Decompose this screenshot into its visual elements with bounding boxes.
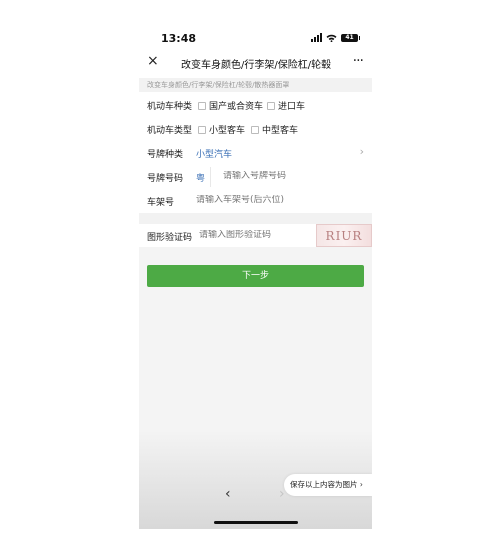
phone-screen: 13:48 41 × 改变车身颜色/行李架/保险杠/轮毂 ··· 改变车身颜色/… [139, 26, 372, 529]
captcha-label: 图形验证码 [147, 233, 193, 243]
wifi-icon [326, 34, 337, 42]
battery-icon: 41 [341, 33, 360, 42]
captcha-input[interactable] [199, 230, 311, 240]
signal-icon [311, 33, 322, 42]
option-imported[interactable]: 进口车 [267, 99, 305, 112]
chevron-right-icon[interactable]: › [360, 145, 364, 158]
plate-number-label: 号牌号码 [147, 174, 184, 184]
next-step-button[interactable]: 下一步 [147, 265, 364, 287]
checkbox-medium-bus[interactable] [251, 125, 259, 134]
checkbox-domestic[interactable] [198, 101, 206, 110]
back-arrow-icon[interactable]: ‹ [225, 486, 231, 502]
status-icons: 41 [311, 33, 360, 42]
plate-type-value[interactable]: 小型汽车 [196, 147, 232, 160]
option-small-bus[interactable]: 小型客车 [198, 123, 245, 136]
plate-type-label: 号牌种类 [147, 150, 184, 160]
captcha-image[interactable]: RIUR [316, 224, 372, 247]
checkbox-imported[interactable] [267, 101, 275, 110]
captcha-image-text: RIUR [325, 228, 363, 243]
save-as-image-button[interactable]: 保存以上内容为图片 › [284, 474, 372, 496]
vehicle-category-row: 机动车种类 国产或合资车 进口车 [139, 93, 372, 117]
nav-bar: × 改变车身颜色/行李架/保险杠/轮毂 ··· [139, 52, 372, 74]
option-medium-bus[interactable]: 中型客车 [251, 123, 298, 136]
checkbox-small-bus[interactable] [198, 125, 206, 134]
province-prefix[interactable]: 粤 [196, 171, 205, 184]
plate-number-row: 号牌号码 粤 [139, 165, 372, 189]
option-domestic-label: 国产或合资车 [209, 102, 264, 112]
status-bar: 13:48 41 [139, 26, 372, 52]
vin-row: 车架号 [139, 189, 372, 213]
divider [210, 167, 211, 187]
option-imported-label: 进口车 [278, 102, 306, 112]
breadcrumb: 改变车身颜色/行李架/保险杠/轮毂/散热器面罩 [139, 78, 372, 92]
status-time: 13:48 [161, 32, 197, 45]
plate-type-row[interactable]: 号牌种类 小型汽车 › [139, 141, 372, 165]
vehicle-type-label: 机动车类型 [147, 126, 193, 136]
plate-number-input[interactable] [223, 171, 353, 181]
home-indicator [214, 521, 298, 524]
close-icon[interactable]: × [147, 53, 159, 69]
option-domestic[interactable]: 国产或合资车 [198, 99, 263, 112]
vin-input[interactable] [196, 195, 356, 205]
page-title: 改变车身颜色/行李架/保险杠/轮毂 [181, 60, 331, 71]
vehicle-category-label: 机动车种类 [147, 102, 193, 112]
section-divider [139, 213, 372, 224]
option-medium-bus-label: 中型客车 [262, 126, 299, 136]
option-small-bus-label: 小型客车 [209, 126, 246, 136]
vin-label: 车架号 [147, 198, 175, 208]
more-icon[interactable]: ··· [353, 53, 364, 69]
vehicle-type-row: 机动车类型 小型客车 中型客车 [139, 117, 372, 141]
